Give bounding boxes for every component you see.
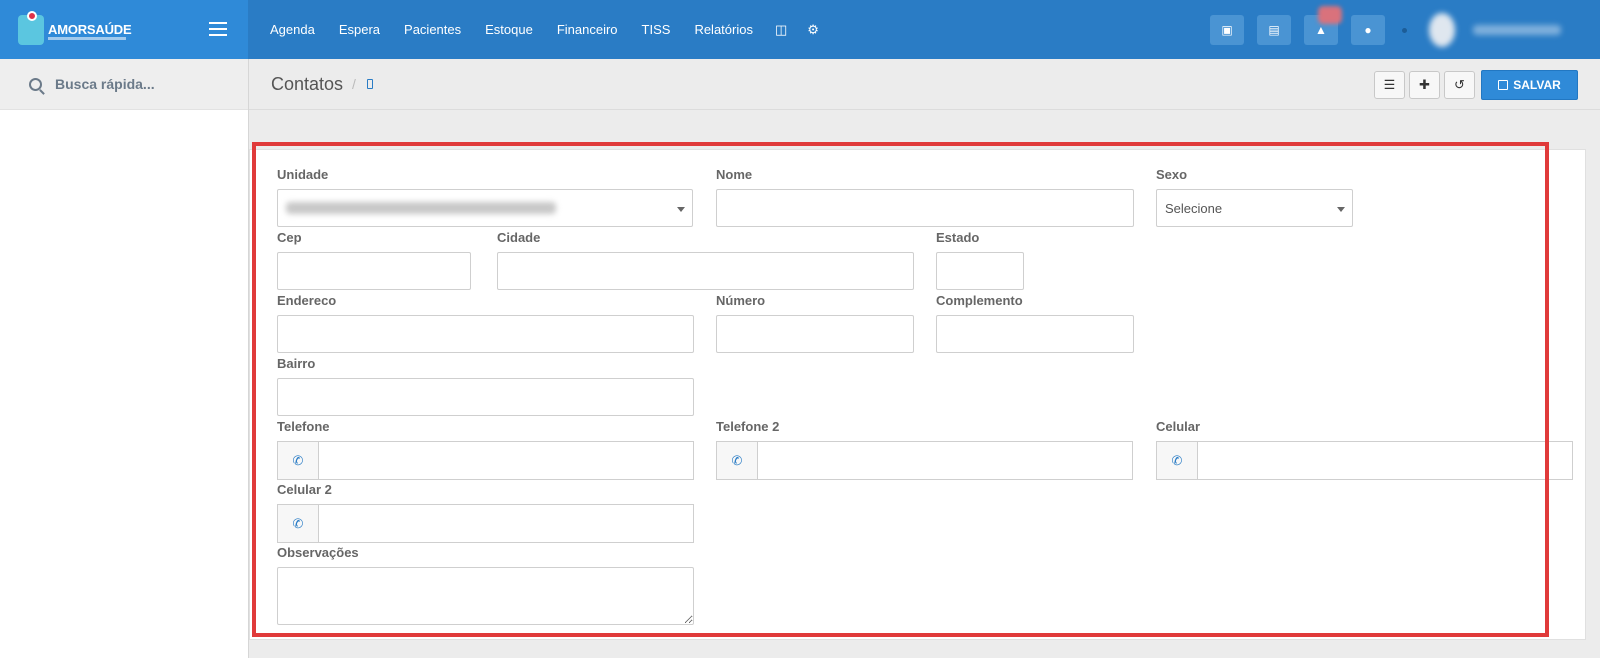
sidebar — [0, 59, 249, 658]
add-button[interactable]: ✚ — [1409, 71, 1440, 99]
header-actions: ☰ ✚ ↺ SALVAR — [1374, 70, 1578, 100]
nav-financeiro[interactable]: Financeiro — [545, 22, 630, 37]
cep-input[interactable] — [277, 252, 471, 290]
quick-search — [0, 59, 248, 110]
numero-label: Número — [716, 293, 766, 308]
nav-espera[interactable]: Espera — [327, 22, 392, 37]
phone-icon: ✆ — [277, 441, 318, 480]
menu-toggle-icon[interactable] — [209, 22, 227, 36]
telefone-group: ✆ — [277, 441, 694, 480]
nav-agenda[interactable]: Agenda — [258, 22, 327, 37]
phone-icon: ✆ — [277, 504, 318, 543]
sexo-label: Sexo — [1156, 167, 1188, 182]
cidade-label: Cidade — [497, 230, 541, 245]
observacoes-textarea[interactable] — [277, 567, 694, 625]
brand-name: AMORSAÚDE — [48, 22, 132, 37]
unidade-select[interactable] — [277, 189, 693, 227]
complemento-label: Complemento — [936, 293, 1023, 308]
nav-pacientes[interactable]: Pacientes — [392, 22, 473, 37]
nome-input[interactable] — [716, 189, 1134, 227]
status-dot-icon — [1402, 27, 1407, 33]
history-icon: ↺ — [1454, 77, 1465, 92]
telefone-input[interactable] — [318, 441, 694, 480]
phone-icon: ✆ — [716, 441, 757, 480]
chat-icon[interactable]: ● — [1351, 15, 1385, 45]
database-icon[interactable]: ◫ — [765, 22, 797, 38]
telefone-label: Telefone — [277, 419, 330, 434]
chevron-down-icon — [677, 207, 685, 212]
endereco-label: Endereco — [277, 293, 337, 308]
telefone2-group: ✆ — [716, 441, 1133, 480]
celular-group: ✆ — [1156, 441, 1573, 480]
estado-label: Estado — [936, 230, 980, 245]
page-header: Contatos / ☰ ✚ ↺ SALVAR — [249, 59, 1600, 110]
numero-input[interactable] — [716, 315, 914, 353]
history-button[interactable]: ↺ — [1444, 71, 1475, 99]
page-title: Contatos — [271, 74, 344, 94]
endereco-input[interactable] — [277, 315, 694, 353]
celular2-input[interactable] — [318, 504, 694, 543]
brand-area: AMORSAÚDE — [0, 0, 248, 59]
sexo-value: Selecione — [1165, 200, 1223, 216]
save-icon — [1498, 80, 1509, 90]
nome-label: Nome — [716, 167, 753, 182]
save-button[interactable]: SALVAR — [1481, 70, 1578, 100]
bairro-label: Bairro — [277, 356, 316, 371]
bell-icon[interactable]: ▲ — [1304, 6, 1342, 45]
phone-icon: ✆ — [1156, 441, 1197, 480]
cep-label: Cep — [277, 230, 302, 245]
quick-search-input[interactable] — [55, 76, 225, 92]
gear-icon[interactable]: ⚙ — [797, 22, 829, 38]
estado-input[interactable] — [936, 252, 1024, 290]
brand-tagline-blurred — [48, 37, 126, 40]
card-icon[interactable]: ▤ — [1257, 15, 1291, 45]
nav-tiss[interactable]: TISS — [630, 22, 683, 37]
celular-label: Celular — [1156, 419, 1201, 434]
list-button[interactable]: ☰ — [1374, 71, 1405, 99]
save-label: SALVAR — [1513, 78, 1561, 92]
nav-estoque[interactable]: Estoque — [473, 22, 545, 37]
celular2-group: ✆ — [277, 504, 694, 543]
heart-icon — [27, 11, 37, 21]
complemento-input[interactable] — [936, 315, 1134, 353]
celular-input[interactable] — [1197, 441, 1573, 480]
observacoes-label: Observações — [277, 545, 359, 560]
cidade-input[interactable] — [497, 252, 914, 290]
bairro-input[interactable] — [277, 378, 694, 416]
unidade-value-blurred — [286, 202, 556, 214]
sexo-select[interactable]: Selecione — [1156, 189, 1353, 227]
main-nav: Agenda Espera Pacientes Estoque Financei… — [258, 0, 829, 59]
mobile-icon — [367, 79, 373, 89]
chevron-down-icon — [1337, 207, 1345, 212]
list-icon: ☰ — [1383, 77, 1396, 92]
telefone2-input[interactable] — [757, 441, 1133, 480]
top-navbar: AMORSAÚDE Agenda Espera Pacientes Estoqu… — [0, 0, 1600, 59]
telefone2-label: Telefone 2 — [716, 419, 780, 434]
search-icon — [29, 77, 42, 91]
top-right-tools: ▣ ▤ ▲ ● — [1210, 6, 1561, 47]
plus-icon: ✚ — [1419, 77, 1430, 92]
celular2-label: Celular 2 — [277, 482, 332, 497]
breadcrumb-separator: / — [352, 76, 356, 92]
unidade-label: Unidade — [277, 167, 329, 182]
user-name-blurred[interactable] — [1473, 25, 1561, 35]
nav-relatorios[interactable]: Relatórios — [682, 22, 765, 37]
avatar[interactable] — [1429, 13, 1455, 47]
notification-badge — [1318, 6, 1342, 24]
inbox-icon[interactable]: ▣ — [1210, 15, 1244, 45]
